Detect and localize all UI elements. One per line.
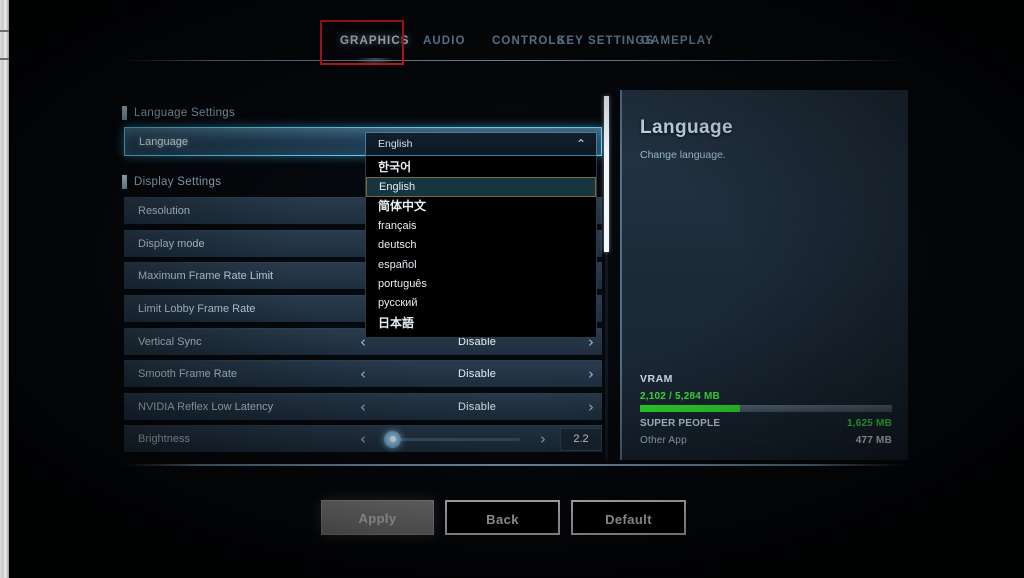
setting-label-max-frame-rate-limit: Maximum Frame Rate Limit	[138, 270, 274, 282]
dropdown-option-russian[interactable]: русский	[366, 294, 596, 313]
language-dropdown-selected-value: English	[378, 138, 413, 150]
dropdown-option-english[interactable]: English	[366, 177, 596, 198]
back-button[interactable]: Back	[445, 500, 560, 535]
chevron-up-icon: ⌃	[575, 137, 586, 151]
next-arrow-icon[interactable]: ›	[580, 366, 602, 382]
setting-label-nvidia-reflex-low-latency: NVIDIA Reflex Low Latency	[138, 401, 274, 413]
setting-row-nvidia-reflex-low-latency[interactable]: NVIDIA Reflex Low Latency ‹ Disable ›	[124, 393, 602, 420]
vram-amount-text: 2,102 / 5,284 MB	[640, 391, 720, 402]
settings-scrollbar-thumb[interactable]	[604, 96, 609, 252]
info-panel-title: Language	[640, 117, 733, 138]
setting-control-brightness: ‹ › 2.2	[352, 426, 602, 453]
tab-controls[interactable]: CONTROLS	[492, 22, 565, 60]
vram-other-value: 477 MB	[855, 435, 892, 446]
slider-handle[interactable]	[384, 430, 401, 448]
setting-control-nvidia-reflex-low-latency: ‹ Disable ›	[352, 394, 602, 421]
background-window-sliver	[0, 0, 9, 578]
info-panel: Language Change language. VRAM 2,102 / 5…	[620, 90, 908, 460]
language-dropdown-list: 한국어 English 简体中文 français deutsch españo…	[365, 156, 597, 339]
section-header-display-settings: Display Settings	[118, 171, 221, 193]
prev-arrow-icon[interactable]: ‹	[352, 431, 374, 447]
language-dropdown: English ⌃ 한국어 English 简体中文 français deut…	[365, 132, 597, 339]
vram-app-value: 1,625 MB	[847, 418, 892, 429]
language-dropdown-toggle[interactable]: English ⌃	[365, 132, 597, 156]
vram-row-other: Other App 477 MB	[640, 435, 892, 446]
info-panel-description: Change language.	[640, 149, 726, 161]
next-arrow-icon[interactable]: ›	[532, 431, 554, 447]
dropdown-option-portuguese[interactable]: português	[366, 275, 596, 294]
vram-row-app: SUPER PEOPLE 1,625 MB	[640, 418, 892, 429]
tab-key-settings[interactable]: KEY SETTINGS	[557, 22, 654, 60]
prev-arrow-icon[interactable]: ‹	[352, 399, 374, 415]
vram-progress-bar	[640, 405, 892, 412]
vram-meter: VRAM 2,102 / 5,284 MB SUPER PEOPLE 1,625…	[640, 373, 892, 446]
setting-value-nvidia-reflex-low-latency: Disable	[457, 401, 497, 413]
tab-audio[interactable]: AUDIO	[423, 22, 466, 60]
tab-graphics[interactable]: GRAPHICS	[340, 22, 410, 60]
prev-arrow-icon[interactable]: ‹	[352, 366, 374, 382]
vram-app-name: SUPER PEOPLE	[640, 418, 721, 429]
setting-label-smooth-frame-rate: Smooth Frame Rate	[138, 368, 238, 380]
default-button[interactable]: Default	[571, 500, 686, 535]
setting-label-resolution: Resolution	[138, 205, 190, 217]
setting-label-limit-lobby-frame-rate: Limit Lobby Frame Rate	[138, 303, 256, 315]
setting-control-smooth-frame-rate: ‹ Disable ›	[352, 361, 602, 388]
brightness-slider[interactable]	[374, 426, 532, 453]
slider-track	[386, 437, 520, 441]
setting-label-brightness: Brightness	[138, 433, 190, 445]
setting-value-smooth-frame-rate: Disable	[457, 368, 497, 380]
settings-screen: GRAPHICS AUDIO CONTROLS KEY SETTINGS GAM…	[0, 0, 1024, 578]
section-header-language-settings: Language Settings	[118, 102, 235, 124]
setting-row-smooth-frame-rate[interactable]: Smooth Frame Rate ‹ Disable ›	[124, 360, 602, 387]
vram-other-name: Other App	[640, 435, 687, 446]
setting-label-language: Language	[139, 135, 188, 148]
setting-label-display-mode: Display mode	[138, 238, 205, 250]
dropdown-option-spanish[interactable]: español	[366, 256, 596, 275]
vram-progress-fill	[640, 405, 741, 412]
dropdown-option-german[interactable]: deutsch	[366, 236, 596, 255]
tab-gameplay[interactable]: GAMEPLAY	[641, 22, 714, 60]
setting-label-vertical-sync: Vertical Sync	[138, 336, 202, 348]
bottom-divider	[122, 464, 908, 466]
apply-button[interactable]: Apply	[321, 500, 434, 535]
tab-underline-rule	[118, 60, 910, 61]
setting-row-brightness[interactable]: Brightness ‹ › 2.2	[124, 425, 602, 452]
brightness-value: 2.2	[560, 427, 602, 451]
dropdown-option-korean[interactable]: 한국어	[366, 158, 596, 177]
next-arrow-icon[interactable]: ›	[580, 399, 602, 415]
dropdown-option-simplified-chinese[interactable]: 简体中文	[366, 197, 596, 216]
action-buttons: Apply Back Default	[0, 500, 1024, 536]
dropdown-option-french[interactable]: français	[366, 217, 596, 236]
tab-bar: GRAPHICS AUDIO CONTROLS KEY SETTINGS GAM…	[0, 20, 1024, 66]
dropdown-option-japanese[interactable]: 日本語	[366, 314, 596, 333]
vram-heading: VRAM	[640, 373, 673, 385]
